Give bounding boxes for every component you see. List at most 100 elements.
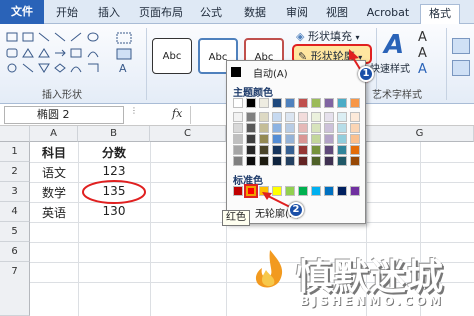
theme-shade-swatch[interactable] [272,112,282,122]
theme-shade-swatch[interactable] [337,156,347,166]
tab-review[interactable]: 审阅 [280,4,314,24]
theme-color-swatch[interactable] [285,98,295,108]
tab-page-layout[interactable]: 页面布局 [134,4,188,24]
standard-color-swatch[interactable] [350,186,360,196]
standard-color-swatch[interactable] [311,186,321,196]
theme-shade-swatch[interactable] [337,145,347,155]
theme-shade-swatch[interactable] [324,134,334,144]
theme-shade-swatch[interactable] [350,156,360,166]
theme-shade-swatch[interactable] [311,112,321,122]
theme-shade-swatch[interactable] [324,112,334,122]
standard-color-swatch[interactable] [324,186,334,196]
theme-shade-swatch[interactable] [272,156,282,166]
standard-color-swatch[interactable] [259,186,269,196]
row-header-6[interactable]: 6 [0,242,30,262]
standard-color-swatch[interactable] [233,186,243,196]
theme-shade-swatch[interactable] [350,112,360,122]
theme-color-swatch[interactable] [272,98,282,108]
tab-home[interactable]: 开始 [50,4,84,24]
theme-color-swatch[interactable] [350,98,360,108]
theme-shade-swatch[interactable] [259,134,269,144]
theme-color-swatch[interactable] [337,98,347,108]
tab-acrobat[interactable]: Acrobat [360,4,416,24]
row-header-5[interactable]: 5 [0,222,30,242]
standard-color-swatch[interactable] [337,186,347,196]
column-header-c[interactable]: C [150,126,226,142]
row-header-3[interactable]: 3 [0,182,30,202]
theme-shade-swatch[interactable] [311,123,321,133]
text-outline-icon[interactable]: A [418,46,427,61]
theme-color-swatch[interactable] [324,98,334,108]
shape-gallery[interactable] [4,30,108,80]
text-fill-icon[interactable]: A [418,30,427,45]
theme-shade-swatch[interactable] [233,156,243,166]
theme-shade-swatch[interactable] [233,134,243,144]
theme-shade-swatch[interactable] [233,112,243,122]
tab-insert[interactable]: 插入 [92,4,126,24]
theme-color-swatch[interactable] [311,98,321,108]
theme-shade-swatch[interactable] [324,123,334,133]
theme-shade-swatch[interactable] [298,123,308,133]
row-header-2[interactable]: 2 [0,162,30,182]
formula-input[interactable] [190,106,226,124]
theme-shade-swatch[interactable] [246,145,256,155]
theme-shade-swatch[interactable] [272,134,282,144]
tab-format[interactable]: 格式 [420,4,460,24]
theme-shade-swatch[interactable] [285,156,295,166]
row-header-4[interactable]: 4 [0,202,30,222]
theme-shade-swatch[interactable] [324,145,334,155]
ellipse-2-shape[interactable] [80,178,148,206]
text-effects-icon[interactable]: A [418,62,427,77]
theme-shade-swatch[interactable] [311,134,321,144]
standard-color-swatch[interactable] [298,186,308,196]
theme-shade-swatch[interactable] [246,112,256,122]
cell-a3[interactable]: 数学 [30,184,78,201]
theme-shade-swatch[interactable] [298,112,308,122]
cell-a4[interactable]: 英语 [30,204,78,221]
theme-color-swatch[interactable] [259,98,269,108]
theme-shade-swatch[interactable] [259,112,269,122]
column-header-g[interactable]: G [366,126,474,142]
cell-b2[interactable]: 123 [78,164,150,178]
name-box[interactable]: 椭圆 2 [4,106,124,124]
theme-shade-swatch[interactable] [311,145,321,155]
column-header-a[interactable]: A [30,126,78,142]
theme-shade-swatch[interactable] [259,123,269,133]
tab-view[interactable]: 视图 [320,4,354,24]
theme-shade-swatch[interactable] [337,134,347,144]
theme-shade-swatch[interactable] [246,134,256,144]
theme-shade-swatch[interactable] [350,134,360,144]
theme-shade-swatch[interactable] [272,145,282,155]
theme-shade-swatch[interactable] [298,145,308,155]
auto-color-item[interactable]: 自动(A) [229,65,363,81]
theme-shade-swatch[interactable] [350,145,360,155]
theme-shade-swatch[interactable] [246,123,256,133]
shape-fill-button[interactable]: ◈ 形状填充 ▾ [296,28,359,44]
cell-a2[interactable]: 语文 [30,164,78,181]
theme-color-swatch[interactable] [298,98,308,108]
theme-shade-swatch[interactable] [285,134,295,144]
arrange-icon[interactable] [452,38,470,54]
row-header-1[interactable]: 1 [0,142,30,162]
standard-color-swatch[interactable] [272,186,282,196]
edit-shape-icons[interactable]: A [114,30,136,76]
standard-color-red-selected[interactable] [244,184,258,198]
theme-shade-swatch[interactable] [233,145,243,155]
cell-b4[interactable]: 130 [78,204,150,218]
theme-shade-swatch[interactable] [259,145,269,155]
theme-shade-swatch[interactable] [311,156,321,166]
cell-b1[interactable]: 分数 [78,144,150,161]
quick-styles-icon[interactable]: A [384,30,404,60]
theme-shade-swatch[interactable] [285,112,295,122]
theme-color-swatch[interactable] [233,98,243,108]
quick-styles-button[interactable]: 快速样式 [370,60,410,75]
selection-pane-icon[interactable] [452,60,470,76]
tab-data[interactable]: 数据 [238,4,272,24]
theme-shade-swatch[interactable] [246,156,256,166]
theme-shade-swatch[interactable] [324,156,334,166]
row-header-7[interactable]: 7 [0,262,30,316]
theme-shade-swatch[interactable] [298,156,308,166]
theme-shade-swatch[interactable] [259,156,269,166]
theme-shade-swatch[interactable] [337,112,347,122]
theme-shade-swatch[interactable] [298,134,308,144]
